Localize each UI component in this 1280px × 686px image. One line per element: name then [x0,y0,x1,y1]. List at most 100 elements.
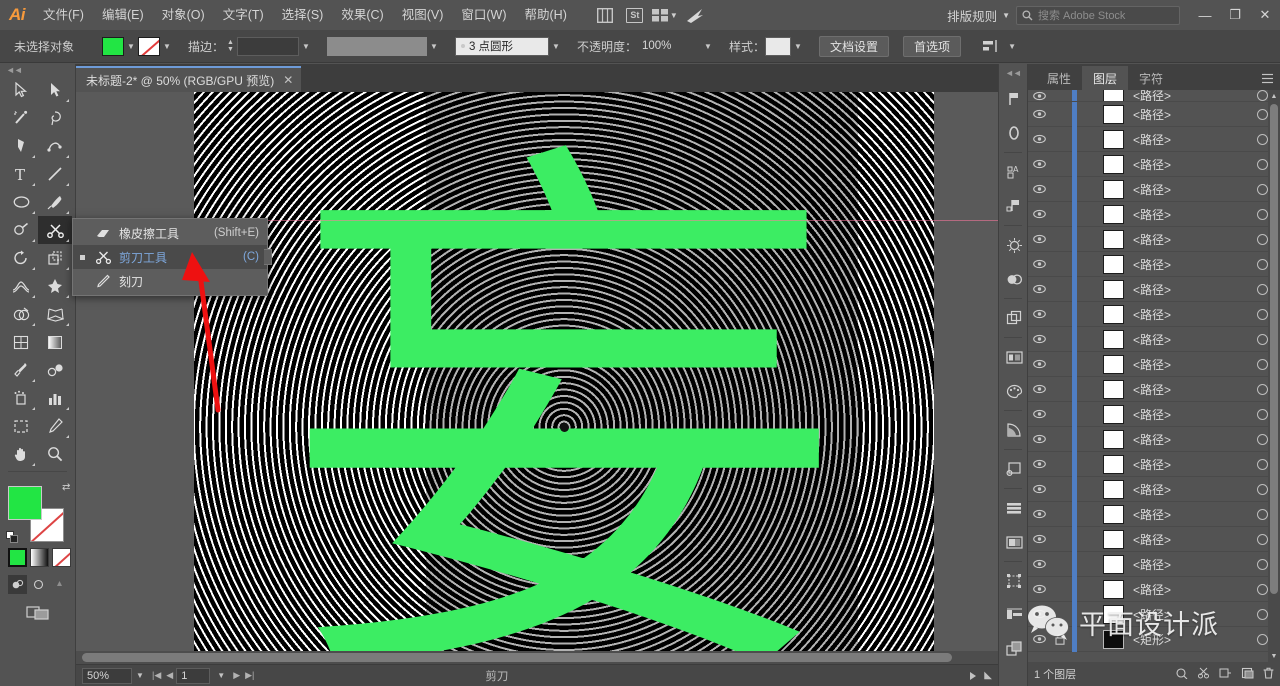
stroke-weight-stepper[interactable]: ▲ ▼ [227,39,234,53]
shape-builder-tool[interactable] [4,300,38,328]
table-row[interactable]: <路径> [1028,576,1280,602]
menu-select[interactable]: 选择(S) [273,0,333,30]
current-tool-label[interactable]: 剪刀 [485,668,508,684]
target-indicator[interactable] [1257,408,1268,420]
close-icon[interactable]: ✕ [283,74,293,86]
artboard-tool[interactable] [4,412,38,440]
table-row[interactable]: <路径> [1028,351,1280,377]
layer-name[interactable]: <矩形> [1133,631,1171,648]
rail-grip[interactable]: ◄◄ [1005,68,1022,78]
menu-file[interactable]: 文件(F) [34,0,93,30]
target-indicator[interactable] [1257,90,1268,101]
ellipse-tool[interactable] [4,188,38,216]
layer-thumbnail[interactable] [1103,279,1124,299]
visibility-icon[interactable] [1028,459,1050,469]
layer-name[interactable]: <路径> [1133,431,1171,448]
default-fill-stroke-icon[interactable] [6,531,19,544]
table-row[interactable]: <路径> [1028,276,1280,302]
menu-edit[interactable]: 编辑(E) [93,0,153,30]
canvas-horizontal-scrollbar[interactable] [76,651,998,664]
stock-icon[interactable]: St [622,4,648,26]
layer-thumbnail[interactable] [1103,629,1124,649]
table-row[interactable]: <路径> [1028,451,1280,477]
table-row[interactable]: <路径> [1028,90,1280,102]
table-row[interactable]: <路径> [1028,601,1280,627]
layer-name[interactable]: <路径> [1133,90,1171,101]
color-mode-none[interactable] [52,548,71,567]
layer-name[interactable]: <路径> [1133,381,1171,398]
tab-character[interactable]: 字符 [1128,66,1174,90]
target-indicator[interactable] [1257,183,1268,195]
column-graph-tool[interactable] [38,384,72,412]
scrollbar-thumb[interactable] [82,653,952,662]
fill-dropdown-icon[interactable]: ▼ [124,37,138,56]
layer-name[interactable]: <路径> [1133,556,1171,573]
visibility-icon[interactable] [1028,359,1050,369]
table-row[interactable]: <路径> [1028,101,1280,127]
symbol-sprayer-tool[interactable] [4,384,38,412]
artboard[interactable]: 妄 [194,92,934,664]
pen-tool[interactable] [4,132,38,160]
layer-name[interactable]: <路径> [1133,156,1171,173]
visibility-icon[interactable] [1028,509,1050,519]
flyout-tearoff-handle[interactable] [264,249,272,265]
target-indicator[interactable] [1257,233,1268,245]
layer-name[interactable]: <路径> [1133,106,1171,123]
zoom-level-field[interactable]: 50% [82,667,132,684]
panel-menu-icon[interactable] [1254,66,1280,90]
document-tab[interactable]: 未标题-2* @ 50% (RGB/GPU 预览) ✕ [76,66,302,92]
last-artboard-icon[interactable]: ▶| [245,670,254,681]
create-sublayer-icon[interactable] [1219,667,1232,682]
magic-wand-tool[interactable] [4,104,38,132]
visibility-icon[interactable] [1028,259,1050,269]
lock-icon[interactable] [1050,633,1070,645]
toolbar-grip[interactable]: ◄◄ [0,64,75,76]
table-row[interactable]: <路径> [1028,176,1280,202]
align-icon[interactable] [977,35,1003,57]
close-button[interactable]: ✕ [1250,0,1280,30]
rail-item-artboards[interactable] [999,598,1029,632]
scissors-tool[interactable] [38,216,72,244]
layer-thumbnail[interactable] [1103,354,1124,374]
locate-object-icon[interactable] [1175,667,1188,682]
rail-item-asset-export[interactable] [999,632,1029,666]
opacity-value[interactable]: 100% [637,37,701,56]
tab-layers[interactable]: 图层 [1082,66,1129,90]
stroke-profile-dropdown-icon[interactable]: ▼ [427,37,441,56]
table-row[interactable]: <路径> [1028,426,1280,452]
layer-thumbnail[interactable] [1103,454,1124,474]
target-indicator[interactable] [1257,308,1268,320]
layer-name[interactable]: <路径> [1133,306,1171,323]
tab-properties[interactable]: 属性 [1036,66,1082,90]
layer-name[interactable]: <路径> [1133,581,1171,598]
menu-window[interactable]: 窗口(W) [452,0,515,30]
target-indicator[interactable] [1257,158,1268,170]
layers-scrollbar[interactable]: ▲ ▼ [1268,90,1280,662]
fill-swatch[interactable] [102,36,125,56]
layer-thumbnail[interactable] [1103,479,1124,499]
swap-fill-stroke-icon[interactable]: ⇄ [62,482,74,494]
delete-layer-icon[interactable] [1263,667,1274,682]
paintbrush-tool[interactable] [38,188,72,216]
rail-item-appearance[interactable] [999,452,1029,486]
menu-view[interactable]: 视图(V) [393,0,453,30]
layer-thumbnail[interactable] [1103,204,1124,224]
visibility-icon[interactable] [1028,134,1050,144]
target-indicator[interactable] [1257,433,1268,445]
layer-thumbnail[interactable] [1103,504,1124,524]
menu-help[interactable]: 帮助(H) [516,0,576,30]
visibility-icon[interactable] [1028,234,1050,244]
table-row-locked[interactable]: <矩形> [1028,626,1280,652]
visibility-icon[interactable] [1028,384,1050,394]
layer-thumbnail[interactable] [1103,90,1124,101]
rail-item-stroke[interactable] [999,116,1029,150]
target-indicator[interactable] [1257,258,1268,270]
flyout-item-knife[interactable]: 刻刀 [73,269,267,293]
flyout-item-scissors[interactable]: 剪刀工具 (C) [73,245,267,269]
layer-name[interactable]: <路径> [1133,531,1171,548]
visibility-icon[interactable] [1028,534,1050,544]
layer-thumbnail[interactable] [1103,154,1124,174]
table-row[interactable]: <路径> [1028,226,1280,252]
brush-definition-dropdown-icon[interactable]: ▼ [549,37,563,56]
create-new-layer-icon[interactable] [1241,667,1254,682]
